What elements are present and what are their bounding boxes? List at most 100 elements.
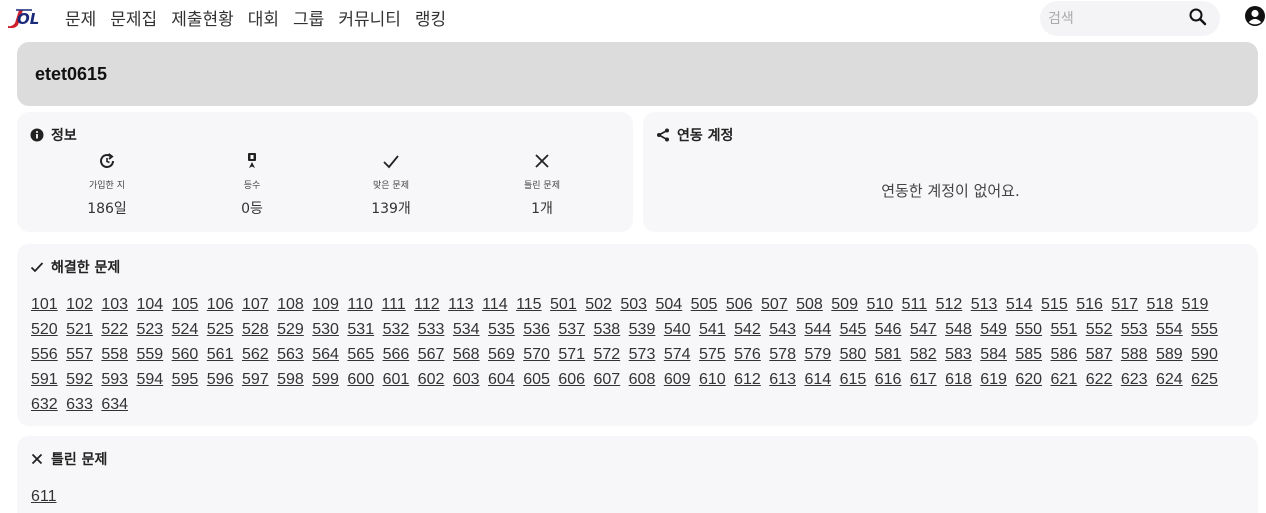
problem-link[interactable]: 598 — [277, 371, 304, 388]
problem-link[interactable]: 587 — [1086, 346, 1113, 363]
problem-link[interactable]: 104 — [136, 296, 163, 313]
problem-link[interactable]: 541 — [699, 321, 726, 338]
problem-link[interactable]: 504 — [656, 296, 683, 313]
problem-link[interactable]: 597 — [242, 371, 269, 388]
account-icon[interactable] — [1244, 5, 1266, 27]
problem-link[interactable]: 544 — [804, 321, 831, 338]
problem-link[interactable]: 557 — [66, 346, 93, 363]
problem-link[interactable]: 560 — [172, 346, 199, 363]
problem-link[interactable]: 521 — [66, 321, 93, 338]
problem-link[interactable]: 604 — [488, 371, 515, 388]
problem-link[interactable]: 614 — [804, 371, 831, 388]
menu-problems[interactable]: 문제 — [65, 5, 96, 30]
problem-link[interactable]: 583 — [945, 346, 972, 363]
problem-link[interactable]: 503 — [620, 296, 647, 313]
menu-groups[interactable]: 그룹 — [293, 5, 324, 30]
problem-link[interactable]: 513 — [971, 296, 998, 313]
problem-link[interactable]: 534 — [453, 321, 480, 338]
problem-link[interactable]: 633 — [66, 396, 93, 413]
problem-link[interactable]: 591 — [31, 371, 58, 388]
problem-link[interactable]: 564 — [312, 346, 339, 363]
menu-ranking[interactable]: 랭킹 — [415, 5, 446, 30]
problem-link[interactable]: 112 — [414, 296, 440, 313]
menu-submissions[interactable]: 제출현황 — [171, 5, 234, 30]
problem-link[interactable]: 102 — [66, 296, 93, 313]
problem-link[interactable]: 529 — [277, 321, 304, 338]
problem-link[interactable]: 540 — [664, 321, 691, 338]
problem-link[interactable]: 586 — [1051, 346, 1078, 363]
problem-link[interactable]: 552 — [1086, 321, 1113, 338]
problem-link[interactable]: 507 — [761, 296, 788, 313]
problem-link[interactable]: 106 — [207, 296, 234, 313]
problem-link[interactable]: 508 — [796, 296, 823, 313]
problem-link[interactable]: 105 — [172, 296, 199, 313]
problem-link[interactable]: 103 — [101, 296, 128, 313]
problem-link[interactable]: 556 — [31, 346, 58, 363]
problem-link[interactable]: 570 — [523, 346, 550, 363]
menu-contests[interactable]: 대회 — [248, 5, 279, 30]
problem-link[interactable]: 569 — [488, 346, 515, 363]
problem-link[interactable]: 548 — [945, 321, 972, 338]
problem-link[interactable]: 562 — [242, 346, 269, 363]
problem-link[interactable]: 590 — [1191, 346, 1218, 363]
problem-link[interactable]: 609 — [664, 371, 691, 388]
problem-link[interactable]: 509 — [831, 296, 858, 313]
problem-link[interactable]: 621 — [1051, 371, 1078, 388]
problem-link[interactable]: 532 — [383, 321, 410, 338]
problem-link[interactable]: 520 — [31, 321, 58, 338]
problem-link[interactable]: 539 — [629, 321, 656, 338]
problem-link[interactable]: 610 — [699, 371, 726, 388]
problem-link[interactable]: 606 — [558, 371, 585, 388]
problem-link[interactable]: 567 — [418, 346, 445, 363]
problem-link[interactable]: 622 — [1086, 371, 1113, 388]
problem-link[interactable]: 581 — [875, 346, 902, 363]
problem-link[interactable]: 543 — [769, 321, 796, 338]
problem-link[interactable]: 623 — [1121, 371, 1148, 388]
problem-link[interactable]: 115 — [516, 296, 542, 313]
problem-link[interactable]: 563 — [277, 346, 304, 363]
problem-link[interactable]: 584 — [980, 346, 1007, 363]
problem-link[interactable]: 599 — [312, 371, 339, 388]
problem-link[interactable]: 537 — [558, 321, 585, 338]
problem-link[interactable]: 601 — [383, 371, 410, 388]
problem-link[interactable]: 519 — [1182, 296, 1209, 313]
problem-link[interactable]: 501 — [550, 296, 577, 313]
problem-link[interactable]: 574 — [664, 346, 691, 363]
problem-link[interactable]: 603 — [453, 371, 480, 388]
problem-link[interactable]: 611 — [31, 488, 57, 505]
problem-link[interactable]: 523 — [136, 321, 163, 338]
problem-link[interactable]: 550 — [1015, 321, 1042, 338]
problem-link[interactable]: 505 — [691, 296, 718, 313]
problem-link[interactable]: 619 — [980, 371, 1007, 388]
problem-link[interactable]: 595 — [172, 371, 199, 388]
menu-community[interactable]: 커뮤니티 — [338, 5, 401, 30]
problem-link[interactable]: 605 — [523, 371, 550, 388]
problem-link[interactable]: 585 — [1015, 346, 1042, 363]
problem-link[interactable]: 594 — [136, 371, 163, 388]
problem-link[interactable]: 592 — [66, 371, 93, 388]
problem-link[interactable]: 524 — [172, 321, 199, 338]
problem-link[interactable]: 517 — [1111, 296, 1138, 313]
problem-link[interactable]: 108 — [277, 296, 304, 313]
problem-link[interactable]: 565 — [347, 346, 374, 363]
problem-link[interactable]: 113 — [448, 296, 474, 313]
problem-link[interactable]: 561 — [207, 346, 234, 363]
problem-link[interactable]: 607 — [594, 371, 621, 388]
problem-link[interactable]: 579 — [804, 346, 831, 363]
problem-link[interactable]: 530 — [312, 321, 339, 338]
problem-link[interactable]: 551 — [1051, 321, 1078, 338]
problem-link[interactable]: 572 — [594, 346, 621, 363]
problem-link[interactable]: 602 — [418, 371, 445, 388]
problem-link[interactable]: 554 — [1156, 321, 1183, 338]
problem-link[interactable]: 582 — [910, 346, 937, 363]
problem-link[interactable]: 510 — [866, 296, 893, 313]
problem-link[interactable]: 600 — [347, 371, 374, 388]
problem-link[interactable]: 528 — [242, 321, 269, 338]
problem-link[interactable]: 618 — [945, 371, 972, 388]
problem-link[interactable]: 613 — [769, 371, 796, 388]
problem-link[interactable]: 518 — [1147, 296, 1174, 313]
problem-link[interactable]: 525 — [207, 321, 234, 338]
problem-link[interactable]: 555 — [1191, 321, 1218, 338]
problem-link[interactable]: 558 — [101, 346, 128, 363]
problem-link[interactable]: 580 — [840, 346, 867, 363]
